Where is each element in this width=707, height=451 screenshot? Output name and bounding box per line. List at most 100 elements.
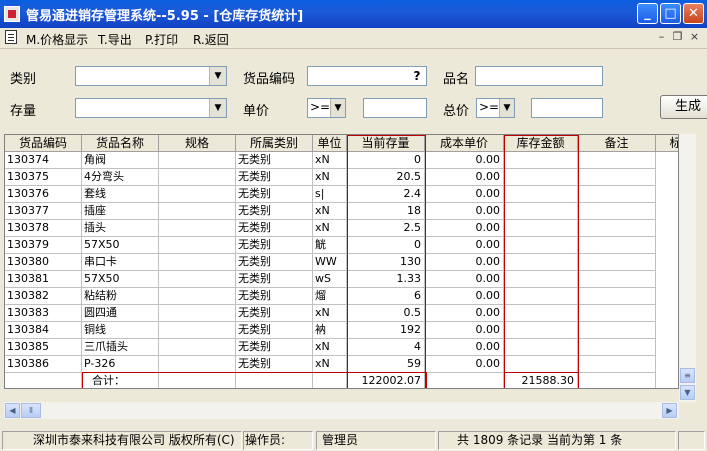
table-cell-amount[interactable] — [504, 237, 578, 254]
table-cell-category[interactable]: 无类别 — [236, 339, 313, 356]
scroll-thumb[interactable]: ≡ — [680, 368, 695, 383]
table-cell-amount[interactable] — [504, 169, 578, 186]
table-cell-qty[interactable]: 0.5 — [347, 305, 425, 322]
table-cell-unit[interactable]: xN — [313, 356, 347, 373]
table-cell-remark[interactable] — [578, 237, 656, 254]
table-cell-spec[interactable] — [159, 271, 236, 288]
table-cell-qty[interactable]: 192 — [347, 322, 425, 339]
table-cell-unit[interactable]: xN — [313, 339, 347, 356]
table-cell-category[interactable]: 无类别 — [236, 356, 313, 373]
table-cell-spec[interactable] — [159, 203, 236, 220]
table-cell-spec[interactable] — [159, 288, 236, 305]
table-cell-amount[interactable] — [504, 152, 578, 169]
total-operator-select[interactable]: >= ▼ — [476, 98, 515, 118]
chevron-down-icon[interactable]: ▼ — [330, 99, 345, 117]
table-cell-unit[interactable]: xN — [313, 152, 347, 169]
table-cell-qty[interactable]: 20.5 — [347, 169, 425, 186]
header-col-name[interactable]: 货品名称 — [82, 135, 159, 152]
table-cell-code[interactable]: 130382 — [5, 288, 82, 305]
header-col-unit[interactable]: 单位 — [313, 135, 347, 152]
app-icon[interactable] — [4, 6, 20, 22]
table-cell-amount[interactable] — [504, 322, 578, 339]
table-cell-remark[interactable] — [578, 220, 656, 237]
table-cell-category[interactable]: 无类别 — [236, 271, 313, 288]
name-input[interactable] — [475, 66, 603, 86]
vertical-scrollbar[interactable]: ≡ ▼ — [679, 134, 696, 402]
table-cell-amount[interactable] — [504, 203, 578, 220]
table-cell-remark[interactable] — [578, 356, 656, 373]
scroll-left-icon[interactable]: ◀ — [5, 403, 20, 418]
table-cell-remark[interactable] — [578, 254, 656, 271]
table-cell-name[interactable]: 57X50 — [82, 237, 159, 254]
mdi-restore-button[interactable]: ❐ — [670, 30, 685, 44]
table-cell-amount[interactable] — [504, 254, 578, 271]
table-cell-unit[interactable]: WW — [313, 254, 347, 271]
table-cell-cost[interactable]: 0.00 — [425, 322, 504, 339]
table-cell-code[interactable]: 130374 — [5, 152, 82, 169]
table-cell-remark[interactable] — [578, 169, 656, 186]
table-cell-amount[interactable] — [504, 288, 578, 305]
table-cell-spec[interactable] — [159, 169, 236, 186]
header-col-amount[interactable]: 库存金额 — [504, 135, 578, 152]
header-col-flag[interactable]: 标 — [656, 135, 678, 152]
mdi-minimize-button[interactable]: – — [654, 30, 669, 44]
table-cell-cost[interactable]: 0.00 — [425, 203, 504, 220]
table-cell-name[interactable]: P-326 — [82, 356, 159, 373]
document-icon[interactable] — [5, 30, 17, 44]
table-cell-unit[interactable]: xN — [313, 169, 347, 186]
mdi-close-button[interactable]: × — [687, 30, 702, 44]
table-cell-cost[interactable]: 0.00 — [425, 356, 504, 373]
category-select[interactable]: ▼ — [75, 66, 227, 86]
table-cell-cost[interactable]: 0.00 — [425, 220, 504, 237]
table-cell-code[interactable]: 130386 — [5, 356, 82, 373]
scroll-down-icon[interactable]: ▼ — [680, 385, 695, 400]
table-cell-cost[interactable]: 0.00 — [425, 169, 504, 186]
table-cell-spec[interactable] — [159, 339, 236, 356]
table-cell-category[interactable]: 无类别 — [236, 186, 313, 203]
table-cell-category[interactable]: 无类别 — [236, 305, 313, 322]
table-cell-amount[interactable] — [504, 186, 578, 203]
table-cell-category[interactable]: 无类别 — [236, 203, 313, 220]
table-cell-code[interactable]: 130383 — [5, 305, 82, 322]
table-cell-amount[interactable] — [504, 271, 578, 288]
header-col-spec[interactable]: 规格 — [159, 135, 236, 152]
table-cell-cost[interactable]: 0.00 — [425, 254, 504, 271]
menu-price-display[interactable]: M.价格显示 — [26, 31, 88, 48]
table-cell-remark[interactable] — [578, 186, 656, 203]
table-cell-spec[interactable] — [159, 220, 236, 237]
stock-select[interactable]: ▼ — [75, 98, 227, 118]
menu-print[interactable]: P.打印 — [145, 31, 178, 48]
table-cell-qty[interactable]: 0 — [347, 152, 425, 169]
table-cell-cost[interactable]: 0.00 — [425, 186, 504, 203]
table-cell-code[interactable]: 130377 — [5, 203, 82, 220]
table-cell-name[interactable]: 4分弯头 — [82, 169, 159, 186]
table-cell-cost[interactable]: 0.00 — [425, 271, 504, 288]
table-cell-code[interactable]: 130385 — [5, 339, 82, 356]
table-cell-qty[interactable]: 6 — [347, 288, 425, 305]
table-cell-category[interactable]: 无类别 — [236, 237, 313, 254]
table-cell-spec[interactable] — [159, 356, 236, 373]
header-col-cost[interactable]: 成本单价 — [425, 135, 504, 152]
table-cell-unit[interactable]: xN — [313, 220, 347, 237]
table-cell-code[interactable]: 130375 — [5, 169, 82, 186]
horizontal-scrollbar[interactable]: ◀ ⦀ ▶ — [4, 402, 679, 419]
table-cell-category[interactable]: 无类别 — [236, 220, 313, 237]
table-cell-code[interactable]: 130378 — [5, 220, 82, 237]
table-cell-unit[interactable]: xN — [313, 203, 347, 220]
table-cell-category[interactable]: 无类别 — [236, 152, 313, 169]
table-cell-amount[interactable] — [504, 356, 578, 373]
table-cell-remark[interactable] — [578, 152, 656, 169]
maximize-button[interactable]: □ — [660, 3, 681, 24]
menu-export[interactable]: T.导出 — [98, 31, 132, 48]
table-cell-name[interactable]: 三爪插头 — [82, 339, 159, 356]
header-col-category[interactable]: 所属类别 — [236, 135, 313, 152]
inventory-table[interactable]: 货品编码货品名称规格所属类别单位当前存量成本单价库存金额备注标130374角阀无… — [4, 134, 679, 389]
table-cell-spec[interactable] — [159, 322, 236, 339]
table-cell-cost[interactable]: 0.00 — [425, 339, 504, 356]
header-col-qty[interactable]: 当前存量 — [347, 135, 425, 152]
table-cell-qty[interactable]: 130 — [347, 254, 425, 271]
table-cell-name[interactable]: 插座 — [82, 203, 159, 220]
chevron-down-icon[interactable]: ▼ — [209, 99, 226, 117]
table-cell-name[interactable]: 铜线 — [82, 322, 159, 339]
table-cell-unit[interactable]: s| — [313, 186, 347, 203]
